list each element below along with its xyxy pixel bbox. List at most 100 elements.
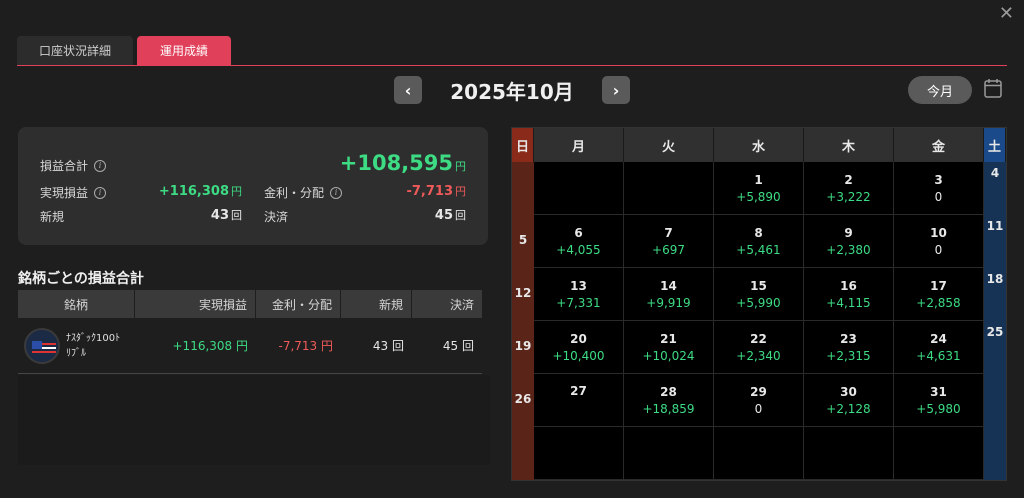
- calendar-day-cell[interactable]: 1 +5,890: [714, 162, 804, 215]
- month-title: 2025年10月: [450, 79, 574, 104]
- pl-summary-card: 損益合計 i +108,595 円 実現損益 i +116,308 円 金利・分配 …: [18, 127, 488, 245]
- header-interest[interactable]: 金利・分配: [256, 290, 341, 318]
- symbol-table-background: [18, 375, 490, 465]
- day-pl: +697: [652, 242, 685, 257]
- info-icon[interactable]: i: [94, 159, 107, 172]
- interest-label: 金利・分配 i: [264, 184, 343, 201]
- day-pl: +5,461: [736, 242, 781, 257]
- calendar-day-cell[interactable]: 10 0: [894, 215, 984, 268]
- day-pl: +2,315: [826, 348, 871, 363]
- calendar-day-cell[interactable]: [534, 162, 624, 215]
- calendar-day-cell[interactable]: 24 +4,631: [894, 321, 984, 374]
- table-row[interactable]: ﾅｽﾀﾞｯｸ100ﾄ ﾘﾌﾞﾙ +116,308 円 -7,713 円 43 回…: [18, 318, 482, 374]
- tab-performance[interactable]: 運用成績: [137, 36, 231, 65]
- month-navigator: ‹ 2025年10月 ›: [394, 76, 630, 104]
- day-number: 29: [750, 384, 767, 399]
- calendar-day-cell[interactable]: 20 +10,400: [534, 321, 624, 374]
- calendar-day-cell[interactable]: 23 +2,315: [804, 321, 894, 374]
- tab-account-status[interactable]: 口座状況詳細: [17, 36, 133, 65]
- header-new[interactable]: 新規: [341, 290, 412, 318]
- calendar-day-cell[interactable]: [714, 427, 804, 480]
- day-number: 1: [754, 172, 763, 187]
- info-icon[interactable]: i: [330, 186, 343, 199]
- realized-pl-label: 実現損益 i: [40, 184, 107, 201]
- saturday-date: 4: [990, 166, 1000, 180]
- calendar-day-cell[interactable]: [534, 427, 624, 480]
- day-number: 20: [570, 331, 587, 346]
- calendar-day-cell[interactable]: 28 +18,859: [624, 374, 714, 427]
- calendar-day-cell[interactable]: 9 +2,380: [804, 215, 894, 268]
- calendar-day-cell[interactable]: 21 +10,024: [624, 321, 714, 374]
- weekday-tue: 火: [624, 128, 714, 162]
- day-number: 22: [750, 331, 767, 346]
- total-pl-label: 損益合計 i: [40, 157, 107, 174]
- day-pl: +18,859: [642, 401, 695, 416]
- next-month-button[interactable]: ›: [602, 76, 630, 104]
- weekday-wed: 水: [714, 128, 804, 162]
- symbol-cell: ﾅｽﾀﾞｯｸ100ﾄ ﾘﾌﾞﾙ: [18, 327, 135, 364]
- realized-cell: +116,308 円: [172, 339, 249, 353]
- calendar-day-cell[interactable]: 30: [894, 162, 984, 215]
- pl-calendar: 日 月 火 水 木 金 土 4 1 +5,890 2 +3,222 3 0 5 11 6 +4,05…: [511, 127, 1007, 481]
- day-number: 2: [844, 172, 853, 187]
- saturday-column: [984, 128, 1006, 480]
- settle-count-value: 45 回: [435, 207, 466, 223]
- calendar-icon[interactable]: [984, 78, 1002, 98]
- day-pl: +7,331: [556, 295, 601, 310]
- symbol-name-line1: ﾅｽﾀﾞｯｸ100ﾄ: [66, 332, 121, 344]
- day-number: 9: [844, 225, 853, 240]
- day-number: 3: [934, 172, 943, 187]
- interest-unit: 円: [455, 185, 466, 198]
- settle-count-amount: 45: [434, 208, 453, 223]
- calendar-day-cell[interactable]: 2 +3,222: [804, 162, 894, 215]
- calendar-day-cell[interactable]: 17 +2,858: [894, 268, 984, 321]
- calendar-day-cell[interactable]: 15 +5,990: [714, 268, 804, 321]
- calendar-day-cell[interactable]: 13 +7,331: [534, 268, 624, 321]
- new-count-label: 新規: [40, 208, 64, 225]
- header-settle[interactable]: 決済: [412, 290, 482, 318]
- sunday-date: 19: [514, 339, 532, 353]
- calendar-day-cell[interactable]: 22 +2,340: [714, 321, 804, 374]
- day-pl: +5,990: [736, 295, 781, 310]
- day-pl: +4,631: [916, 348, 961, 363]
- day-pl: +3,222: [826, 189, 871, 204]
- calendar-day-cell[interactable]: [804, 427, 894, 480]
- saturday-date: 11: [986, 219, 1004, 233]
- weekday-sat: 土: [984, 128, 1006, 162]
- header-realized[interactable]: 実現損益: [135, 290, 256, 318]
- day-pl: +10,024: [642, 348, 695, 363]
- day-pl: +2,128: [826, 401, 871, 416]
- new-count-value: 43 回: [156, 207, 242, 223]
- info-icon[interactable]: i: [94, 186, 107, 199]
- day-number: 14: [660, 278, 677, 293]
- interest-amount: -7,713: [406, 184, 453, 199]
- day-pl: +2,380: [826, 242, 871, 257]
- new-count-amount: 43: [210, 208, 229, 223]
- close-icon[interactable]: ✕: [999, 5, 1014, 23]
- day-pl: +10,400: [552, 348, 605, 363]
- day-number: 28: [660, 384, 677, 399]
- calendar-day-cell[interactable]: 14 +9,919: [624, 268, 714, 321]
- calendar-day-cell[interactable]: 29 0: [714, 374, 804, 427]
- calendar-day-cell[interactable]: [624, 162, 714, 215]
- calendar-day-cell[interactable]: 27: [534, 374, 624, 427]
- day-pl: +9,919: [646, 295, 691, 310]
- prev-month-button[interactable]: ‹: [394, 76, 422, 104]
- header-symbol[interactable]: 銘柄: [18, 290, 135, 318]
- calendar-day-cell[interactable]: 8 +5,461: [714, 215, 804, 268]
- table-header: 銘柄 実現損益 金利・分配 新規 決済: [18, 290, 482, 318]
- current-month-button[interactable]: 今月: [908, 76, 972, 104]
- day-number: 17: [930, 278, 947, 293]
- calendar-day-cell[interactable]: 30 +2,128: [804, 374, 894, 427]
- day-number: 7: [664, 225, 673, 240]
- calendar-day-cell[interactable]: 16 +4,115: [804, 268, 894, 321]
- calendar-day-cell[interactable]: 31 +5,980: [894, 374, 984, 427]
- day-number: 24: [930, 331, 947, 346]
- calendar-day-cell[interactable]: [894, 427, 984, 480]
- settle-cell: 45 回: [442, 339, 474, 353]
- day-number: 21: [660, 331, 677, 346]
- calendar-day-cell[interactable]: 7 +697: [624, 215, 714, 268]
- calendar-day-cell[interactable]: 6 +4,055: [534, 215, 624, 268]
- realized-pl-amount: +116,308: [158, 184, 229, 199]
- calendar-day-cell[interactable]: [624, 427, 714, 480]
